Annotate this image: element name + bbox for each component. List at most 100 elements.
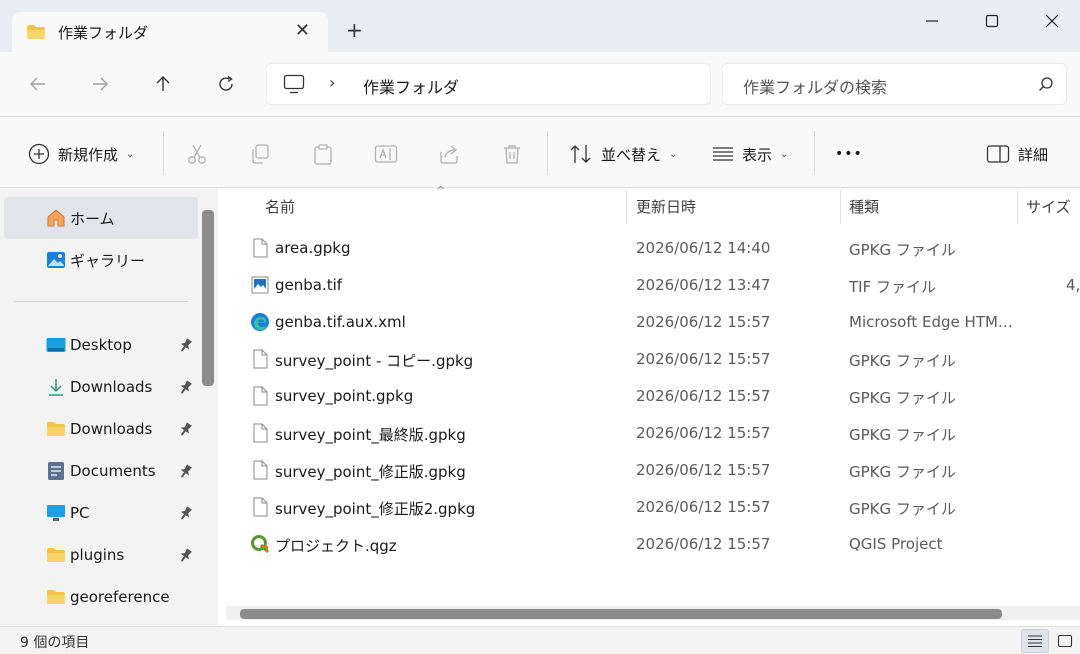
nav-item-label: ホーム [70,209,115,228]
horizontal-scrollbar-thumb[interactable] [240,609,1002,619]
minimize-button[interactable] [902,6,962,36]
back-button[interactable] [22,68,54,100]
nav-item-downloads-folder[interactable]: Downloads [46,416,152,442]
file-type: GPKG ファイル [849,352,956,370]
search-input[interactable]: 作業フォルダの検索 [743,74,887,98]
home-icon [46,208,66,228]
nav-scrollbar-thumb[interactable] [202,210,214,386]
maximize-button[interactable] [962,6,1022,36]
tiles-view-icon [1057,634,1073,648]
image-file-icon [251,276,269,294]
file-row[interactable]: genba.tif 2026/06/12 13:47 TIF ファイル 4, [218,267,1080,304]
breadcrumb-current[interactable]: 作業フォルダ [363,74,459,98]
folder-icon [46,419,66,439]
tab-current-folder[interactable]: 作業フォルダ ✕ [12,12,328,52]
details-view-button[interactable] [1021,629,1049,653]
column-header-type[interactable]: 種類 [849,196,879,218]
generic-file-icon [253,497,268,517]
cut-button[interactable] [184,141,210,167]
paste-button[interactable] [310,141,336,167]
share-icon [440,145,458,164]
file-row[interactable]: survey_point - コピー.gpkg 2026/06/12 15:57… [218,341,1080,378]
share-button[interactable] [436,141,462,167]
trash-icon [504,145,520,164]
nav-item-label: ギャラリー [70,251,146,270]
column-header-size[interactable]: サイズ [1026,196,1071,218]
rename-button[interactable] [373,141,399,167]
file-row[interactable]: survey_point_修正版2.gpkg 2026/06/12 15:57 … [218,489,1080,526]
details-view-icon [1028,635,1042,648]
tab-close-icon[interactable]: ✕ [295,20,310,41]
file-type: GPKG ファイル [849,463,956,481]
forward-button[interactable] [84,68,116,100]
nav-item-home[interactable]: ホーム [46,205,115,231]
copy-button[interactable] [247,141,273,167]
tiles-view-button[interactable] [1051,629,1079,653]
file-type: GPKG ファイル [849,241,956,259]
nav-item-documents[interactable]: Documents [46,458,156,484]
column-divider[interactable] [840,190,841,224]
file-row[interactable]: プロジェクト.qgz 2026/06/12 15:57 QGIS Project [218,526,1080,563]
nav-item-label: plugins [70,546,125,564]
edge-icon [251,313,269,331]
refresh-button[interactable] [210,68,242,100]
pc-monitor-icon [283,74,305,98]
pin-icon[interactable] [178,547,194,563]
nav-item-label: Documents [70,462,156,480]
breadcrumb-chevron-icon[interactable]: › [329,73,335,92]
generic-file-icon [253,423,268,443]
delete-button[interactable] [499,141,525,167]
address-toolbar: › 作業フォルダ 作業フォルダの検索 [0,52,1080,116]
pin-icon[interactable] [178,337,194,353]
column-divider[interactable] [626,190,627,224]
nav-item-pc[interactable]: PC [46,500,90,526]
nav-item-downloads[interactable]: Downloads [46,374,152,400]
file-row[interactable]: survey_point_修正版.gpkg 2026/06/12 15:57 G… [218,452,1080,489]
generic-file-icon [253,460,268,480]
details-pane-button[interactable]: 詳細 [986,141,1048,167]
file-name: genba.tif [275,276,343,294]
pin-icon[interactable] [178,463,194,479]
file-row[interactable]: genba.tif.aux.xml 2026/06/12 15:57 Micro… [218,304,1080,341]
file-row[interactable]: survey_point_最終版.gpkg 2026/06/12 15:57 G… [218,415,1080,452]
item-count: 9 個の項目 [20,635,90,651]
address-bar[interactable]: › 作業フォルダ [266,63,711,105]
file-row[interactable]: survey_point.gpkg 2026/06/12 15:57 GPKG … [218,378,1080,415]
file-type: QGIS Project [849,535,943,553]
file-date: 2026/06/12 15:57 [636,535,771,553]
file-name: survey_point_修正版.gpkg [275,463,466,481]
window-close-button[interactable] [1022,6,1080,36]
chevron-down-icon: ⌄ [126,148,135,160]
qgis-icon [251,535,270,554]
file-row[interactable]: area.gpkg 2026/06/12 14:40 GPKG ファイル [218,230,1080,267]
nav-item-gallery[interactable]: ギャラリー [46,247,145,273]
arrow-up-icon [156,76,170,91]
new-button[interactable]: 新規作成 ⌄ [28,141,134,167]
nav-item-georeference[interactable]: georeference [46,584,170,610]
pin-icon[interactable] [178,379,194,395]
search-box[interactable]: 作業フォルダの検索 [722,63,1067,105]
copy-icon [252,144,269,164]
file-size: 4, [1066,276,1080,294]
column-divider[interactable] [1017,190,1018,224]
nav-item-desktop[interactable]: Desktop [46,332,132,358]
nav-item-label: georeference [70,588,170,606]
documents-icon [46,461,66,481]
pin-icon[interactable] [178,505,194,521]
pin-icon[interactable] [178,421,194,437]
rename-icon [374,145,398,163]
up-button[interactable] [147,68,179,100]
more-options-button[interactable]: ••• [835,141,863,167]
view-button[interactable]: 表示 ⌄ [712,141,788,167]
list-view-icon [713,147,733,161]
file-type: GPKG ファイル [849,389,956,407]
status-bar: 9 個の項目 [0,626,1080,654]
nav-item-plugins[interactable]: plugins [46,542,124,568]
column-header-name[interactable]: 名前 [265,196,295,218]
file-name: genba.tif.aux.xml [275,313,406,331]
new-tab-button[interactable]: + [346,18,363,42]
column-header-date[interactable]: 更新日時 [636,196,696,218]
sort-button[interactable]: 並べ替え ⌄ [569,141,677,167]
file-type: GPKG ファイル [849,500,956,518]
clipboard-icon [314,144,332,165]
